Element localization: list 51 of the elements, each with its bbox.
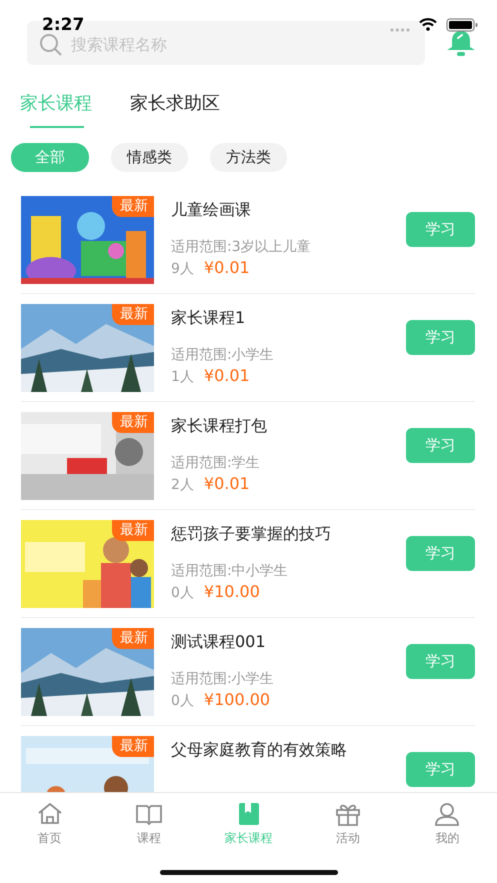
nav-tab[interactable]: 课程: [99, 801, 199, 849]
tab-underline: [30, 126, 84, 128]
new-badge: 最新: [112, 628, 154, 648]
filter-chip[interactable]: 全部: [11, 143, 89, 172]
course-title: 测试课程001: [171, 632, 267, 652]
course-price: ¥0.01: [204, 366, 250, 384]
new-badge: 最新: [112, 412, 154, 432]
wifi-icon: [419, 18, 437, 31]
tab[interactable]: 家长课程: [20, 86, 92, 125]
filter-chip[interactable]: 方法类: [210, 143, 287, 172]
course-title: 惩罚孩子要掌握的技巧: [171, 524, 332, 544]
learner-count: 0人: [171, 692, 194, 708]
search-icon: [39, 33, 63, 57]
nav-tab[interactable]: 我的: [398, 801, 497, 849]
study-button[interactable]: 学习: [406, 320, 475, 354]
learner-count: 0人: [171, 584, 194, 600]
dots-icon: [390, 28, 410, 32]
course-title: 儿童绘画课: [171, 200, 252, 220]
course-title: 家长课程1: [171, 308, 246, 328]
course-price: ¥0.01: [204, 258, 250, 276]
course-scope: 适用范围:学生: [171, 454, 261, 472]
study-button[interactable]: 学习: [406, 752, 475, 786]
user-icon: [433, 801, 462, 827]
nav-tab[interactable]: 家长课程: [198, 801, 298, 849]
study-button[interactable]: 学习: [406, 212, 475, 246]
nav-tab[interactable]: 首页: [0, 801, 100, 849]
learner-count: 9人: [171, 260, 194, 276]
course-scope: 适用范围:小学生: [171, 346, 275, 364]
battery-icon: [446, 18, 479, 32]
new-badge: 最新: [112, 196, 154, 216]
course-scope: 适用范围:小学生: [171, 670, 275, 688]
course-title: 家长课程打包: [171, 416, 268, 436]
course-price: ¥10.00: [204, 582, 260, 600]
course-scope: 适用范围:中小学生: [171, 562, 289, 580]
learner-count: 1人: [171, 368, 194, 384]
study-button[interactable]: 学习: [406, 536, 475, 570]
course-title: 父母家庭教育的有效策略: [171, 740, 348, 760]
course-scope: 适用范围:3岁以上儿童: [171, 238, 312, 256]
tab[interactable]: 家长求助区: [130, 86, 220, 125]
learner-count: 2人: [171, 476, 194, 492]
course-price: ¥0.01: [204, 474, 250, 492]
new-badge: 最新: [112, 520, 154, 540]
study-button[interactable]: 学习: [406, 428, 475, 462]
bell-icon[interactable]: [445, 29, 477, 57]
new-badge: 最新: [112, 736, 154, 756]
course-price: ¥100.00: [204, 690, 270, 708]
filter-chip[interactable]: 情感类: [111, 143, 188, 172]
study-button[interactable]: 学习: [406, 644, 475, 678]
home-icon: [36, 801, 64, 827]
nav-tab[interactable]: 活动: [298, 801, 398, 849]
new-badge: 最新: [112, 304, 154, 324]
